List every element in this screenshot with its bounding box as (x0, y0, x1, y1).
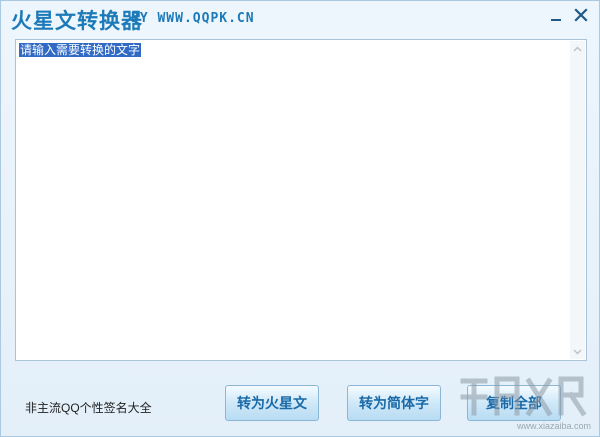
minimize-icon (551, 19, 561, 21)
vertical-scrollbar[interactable] (570, 41, 585, 359)
signature-link[interactable]: 非主流QQ个性签名大全 (25, 399, 152, 416)
scroll-down-button[interactable] (570, 344, 585, 359)
app-title: 火星文转换器 (11, 9, 143, 33)
minimize-button[interactable] (545, 4, 567, 26)
convert-to-mars-button[interactable]: 转为火星文 (225, 385, 319, 421)
textarea-content[interactable]: 请输入需要转换的文字 (19, 43, 566, 357)
selected-placeholder-text: 请输入需要转换的文字 (19, 43, 142, 57)
scroll-up-button[interactable] (570, 41, 585, 56)
close-button[interactable] (570, 4, 592, 26)
input-textarea[interactable]: 请输入需要转换的文字 (15, 39, 587, 361)
app-subtitle: BY WWW.QQPK.CN (131, 11, 255, 26)
close-icon (574, 8, 588, 22)
title-bar[interactable]: 火星文转换器 BY WWW.QQPK.CN (1, 1, 600, 37)
watermark-url: www.xiazaiba.com (517, 421, 592, 431)
arrow-down-icon (573, 348, 582, 355)
copy-all-button[interactable]: 复制全部 (467, 385, 561, 421)
convert-to-simplified-button[interactable]: 转为简体字 (347, 385, 441, 421)
app-window: 火星文转换器 BY WWW.QQPK.CN 请输入需要转换的文字 非主流QQ个性… (0, 0, 600, 437)
arrow-up-icon (573, 45, 582, 52)
